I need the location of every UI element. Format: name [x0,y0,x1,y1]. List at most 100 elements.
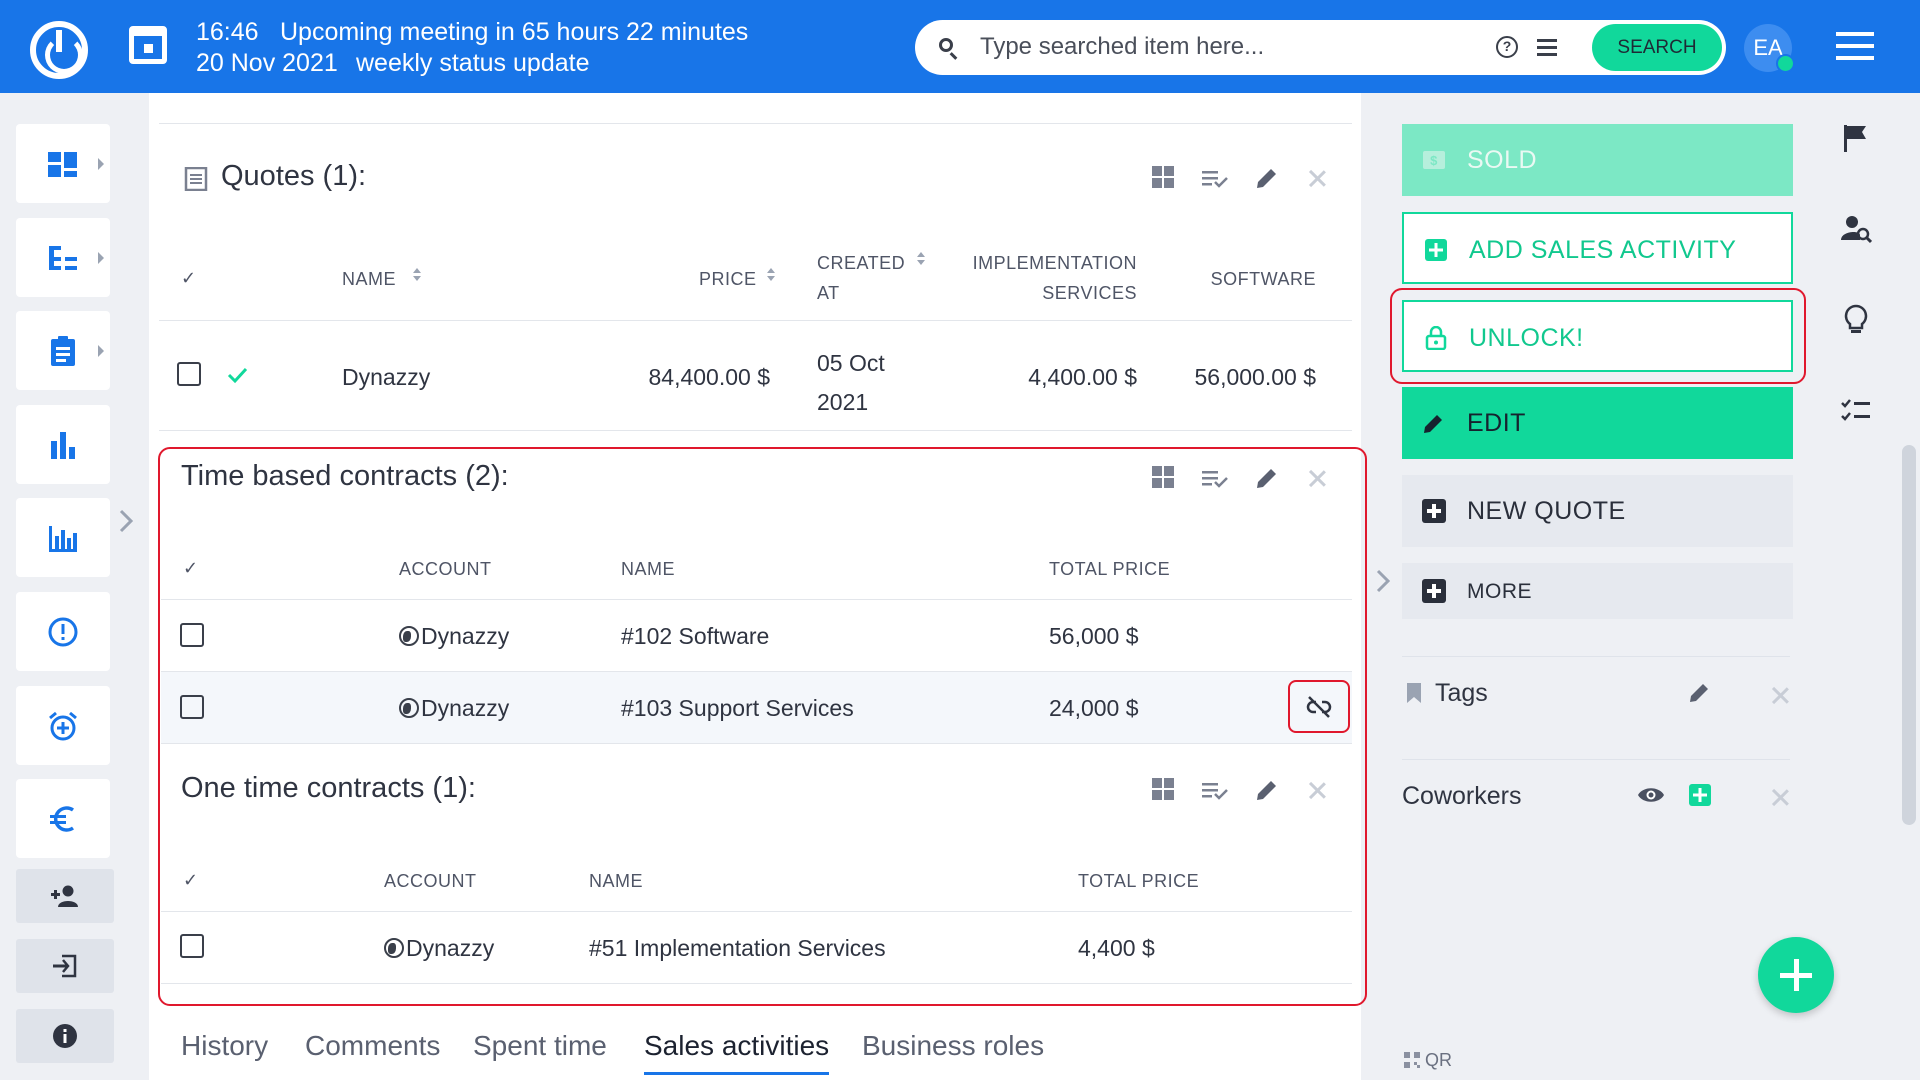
list-check-icon[interactable] [1201,165,1229,191]
time-contracts-title: Time based contracts (2): [181,460,509,492]
select-all-checkmark[interactable]: ✓ [181,268,196,289]
contract-name[interactable]: #103 Support Services [621,695,854,722]
quotes-toolbar [1151,165,1336,195]
more-button[interactable]: MORE [1402,563,1793,619]
tab-sales-activities[interactable]: Sales activities [644,1030,830,1075]
scrollbar[interactable] [1902,445,1916,825]
column-header-software[interactable]: SOFTWARE [1180,269,1316,290]
flag-icon[interactable] [1840,122,1872,154]
column-header-created-at[interactable]: CREATED AT [817,253,905,304]
contract-name[interactable]: #102 Software [621,623,769,650]
column-header-account[interactable]: ACCOUNT [399,559,492,580]
euro-icon [50,806,75,832]
sort-icon[interactable] [412,268,422,282]
row-checkbox[interactable] [180,934,204,958]
column-header-price[interactable]: PRICE [699,269,757,290]
floating-add-button[interactable] [1758,937,1834,1013]
quote-created-date: 05 Oct [817,350,885,376]
sort-icon[interactable] [916,252,926,266]
contract-name[interactable]: #51 Implementation Services [589,935,886,962]
add-sales-activity-button[interactable]: ADD SALES ACTIVITY [1402,212,1793,284]
sold-button[interactable]: $ SOLD [1402,124,1793,196]
meeting-name: weekly status update [356,49,590,77]
sidebar-hierarchy[interactable] [16,218,110,297]
panel-expand-chevron-icon[interactable] [1375,568,1391,594]
help-icon[interactable]: ? [1496,36,1518,58]
tab-comments[interactable]: Comments [305,1030,440,1062]
pencil-icon[interactable] [1254,165,1280,191]
lightbulb-icon[interactable] [1840,304,1872,336]
pencil-icon[interactable] [1688,680,1712,704]
contract-total-price: 24,000 $ [1049,695,1139,721]
sidebar-dashboard[interactable] [16,124,110,203]
new-quote-label: NEW QUOTE [1467,497,1626,525]
eye-icon[interactable] [1637,784,1665,806]
checkmark-icon [227,367,248,384]
column-header-impl-line2: SERVICES [1042,283,1137,303]
grid-view-icon[interactable] [1151,777,1177,803]
sidebar-alerts[interactable] [16,592,110,671]
close-icon[interactable] [1308,469,1334,495]
meeting-reminder[interactable]: 16:46 Upcoming meeting in 65 hours 22 min… [196,17,748,79]
sidebar-finance[interactable] [16,779,110,858]
contract-account-name: Dynazzy [421,623,510,649]
user-search-icon[interactable] [1840,213,1872,245]
sidebar-reminders[interactable] [16,686,110,765]
column-header-account[interactable]: ACCOUNT [384,871,477,892]
app-logo-icon[interactable] [30,21,88,79]
new-quote-button[interactable]: NEW QUOTE [1402,475,1793,547]
contract-account[interactable]: Dynazzy [399,623,509,650]
grid-view-icon[interactable] [1151,165,1177,191]
edit-button[interactable]: EDIT [1402,387,1793,459]
sidebar-login[interactable] [16,939,114,993]
sidebar-collapse-chevron-icon[interactable] [118,508,134,534]
unlink-icon[interactable] [1306,694,1332,720]
tab-business-roles[interactable]: Business roles [862,1030,1044,1062]
close-icon[interactable] [1771,788,1789,806]
pencil-icon[interactable] [1254,777,1280,803]
column-header-name[interactable]: NAME [342,269,396,290]
qr-code-link[interactable]: QR [1404,1050,1452,1071]
row-checkbox[interactable] [177,362,201,386]
sidebar-info[interactable] [16,1009,114,1063]
add-square-icon [1422,579,1446,603]
search-button[interactable]: SEARCH [1592,24,1722,71]
select-all-checkmark[interactable]: ✓ [183,558,198,579]
search-input[interactable] [980,28,1480,66]
select-all-checkmark[interactable]: ✓ [183,870,198,891]
filter-settings-icon[interactable] [1537,37,1557,57]
close-icon[interactable] [1308,169,1334,195]
add-coworker-icon[interactable] [1689,784,1711,806]
column-header-total-price[interactable]: TOTAL PRICE [1049,559,1170,580]
sidebar-analytics[interactable] [16,498,110,577]
sidebar-tasks[interactable] [16,311,110,390]
user-avatar[interactable]: EA [1744,24,1795,73]
unlock-button[interactable]: UNLOCK! [1402,300,1793,372]
list-check-icon[interactable] [1201,465,1229,491]
checklist-icon[interactable] [1840,396,1872,428]
hamburger-menu-icon[interactable] [1836,32,1874,60]
tab-history[interactable]: History [181,1030,268,1062]
close-icon[interactable] [1308,781,1334,807]
row-checkbox[interactable] [180,623,204,647]
grid-view-icon[interactable] [1151,465,1177,491]
top-bar: 16:46 Upcoming meeting in 65 hours 22 min… [0,0,1920,93]
sort-icon[interactable] [766,268,776,282]
divider [161,599,1352,600]
quote-name[interactable]: Dynazzy [342,364,430,391]
sidebar-reports[interactable] [16,405,110,484]
list-check-icon[interactable] [1201,777,1229,803]
pencil-icon[interactable] [1254,465,1280,491]
chevron-right-icon [98,252,104,264]
column-header-name[interactable]: NAME [589,871,643,892]
close-icon[interactable] [1771,686,1789,704]
column-header-name[interactable]: NAME [621,559,675,580]
contract-account[interactable]: Dynazzy [399,695,509,722]
row-checkbox[interactable] [180,695,204,719]
tab-spent-time[interactable]: Spent time [473,1030,607,1062]
sidebar-add-user[interactable] [16,869,114,923]
calendar-icon[interactable] [129,26,167,64]
contract-account[interactable]: Dynazzy [384,935,494,962]
column-header-total-price[interactable]: TOTAL PRICE [1078,871,1199,892]
column-header-implementation-services[interactable]: IMPLEMENTATION SERVICES [965,253,1137,304]
